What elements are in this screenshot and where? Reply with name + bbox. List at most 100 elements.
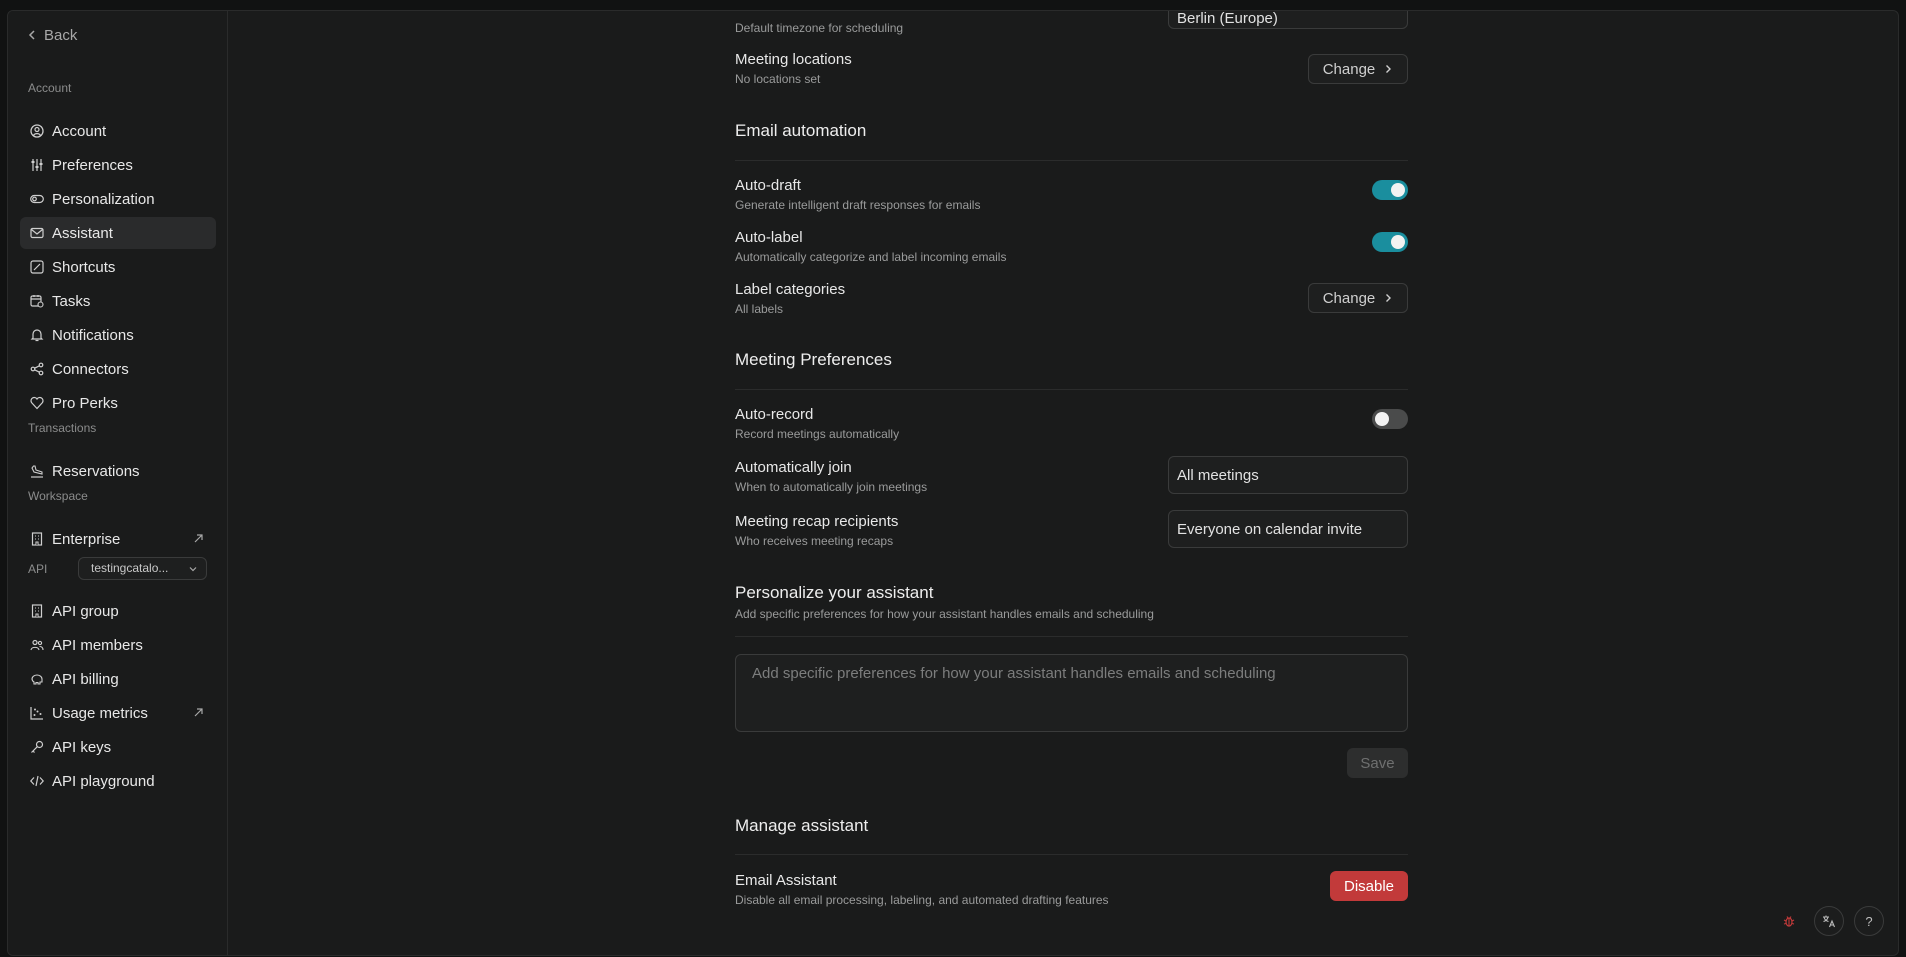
chart-scatter-icon	[30, 706, 44, 720]
auto-label-title: Auto-label	[735, 229, 803, 246]
bug-icon	[1783, 916, 1795, 927]
timezone-value: Berlin (Europe)	[1177, 10, 1278, 27]
sidebar-item-label: Preferences	[52, 156, 133, 174]
edit-square-icon	[30, 260, 44, 274]
plane-landing-icon	[30, 464, 44, 478]
auto-join-value: All meetings	[1177, 466, 1259, 484]
sidebar-item-label: Usage metrics	[52, 704, 148, 722]
divider	[735, 854, 1408, 855]
auto-record-description: Record meetings automatically	[735, 427, 900, 441]
sidebar-item-label: Shortcuts	[52, 258, 116, 276]
main-content: Default timezone for scheduling Berlin (…	[229, 11, 1898, 955]
back-button[interactable]: Back	[26, 25, 77, 45]
manage-assistant-heading: Manage assistant	[735, 816, 869, 835]
change-button-label: Change	[1322, 289, 1376, 307]
sidebar-item-label: Notifications	[52, 326, 134, 344]
chevron-left-icon	[28, 30, 35, 40]
section-label-transactions: Transactions	[28, 421, 97, 435]
sidebar-item-enterprise[interactable]: Enterprise	[20, 523, 216, 555]
sidebar-item-label: Reservations	[52, 462, 140, 480]
auto-draft-row: Auto-draft Generate intelligent draft re…	[735, 177, 1408, 212]
sidebar-item-label: API billing	[52, 670, 119, 688]
bug-report-button[interactable]	[1774, 906, 1804, 936]
auto-join-select[interactable]: All meetings	[1168, 456, 1408, 494]
chevron-down-icon	[189, 566, 197, 571]
personalize-heading: Personalize your assistant	[735, 583, 934, 602]
auto-record-title: Auto-record	[735, 406, 814, 423]
timezone-select[interactable]: Berlin (Europe)	[1168, 10, 1408, 29]
meeting-locations-change-button[interactable]: Change	[1308, 54, 1408, 84]
settings-window: Back Account Account Preferences Persona…	[7, 10, 1899, 956]
sidebar-item-api-billing[interactable]: API billing	[20, 663, 216, 695]
code-icon	[30, 774, 44, 788]
sidebar-item-connectors[interactable]: Connectors	[20, 353, 216, 385]
sidebar-item-assistant[interactable]: Assistant	[20, 217, 216, 249]
key-icon	[30, 740, 44, 754]
email-assistant-row: Email Assistant Disable all email proces…	[735, 872, 1408, 907]
personalize-textarea[interactable]	[735, 654, 1408, 732]
sidebar-item-preferences[interactable]: Preferences	[20, 149, 216, 181]
back-label: Back	[44, 26, 78, 44]
toggle-icon	[30, 192, 44, 206]
auto-label-row: Auto-label Automatically categorize and …	[735, 229, 1408, 264]
auto-label-toggle[interactable]	[1372, 232, 1408, 252]
auto-draft-toggle[interactable]	[1372, 180, 1408, 200]
external-link-icon	[194, 708, 203, 717]
piggy-bank-icon	[30, 672, 44, 686]
sidebar-item-label: API group	[52, 602, 119, 620]
sidebar-item-label: Personalization	[52, 190, 155, 208]
sidebar-item-personalization[interactable]: Personalization	[20, 183, 216, 215]
email-assistant-description: Disable all email processing, labeling, …	[735, 893, 1109, 907]
sidebar-item-usage-metrics[interactable]: Usage metrics	[20, 697, 216, 729]
building-icon	[30, 604, 44, 618]
save-button[interactable]: Save	[1347, 748, 1408, 778]
sidebar-item-api-playground[interactable]: API playground	[20, 765, 216, 797]
sliders-icon	[30, 158, 44, 172]
help-button[interactable]: ?	[1854, 906, 1884, 936]
external-link-icon	[194, 534, 203, 543]
toggle-knob	[1391, 235, 1405, 249]
sidebar-item-label: API playground	[52, 772, 155, 790]
divider	[735, 389, 1408, 390]
email-automation-heading: Email automation	[735, 121, 867, 140]
help-icon: ?	[1865, 913, 1873, 929]
sidebar-item-reservations[interactable]: Reservations	[20, 455, 216, 487]
calendar-clock-icon	[30, 294, 44, 308]
sidebar-item-notifications[interactable]: Notifications	[20, 319, 216, 351]
sidebar-item-api-keys[interactable]: API keys	[20, 731, 216, 763]
api-org-select[interactable]: testingcatalo...	[78, 557, 207, 580]
sidebar-item-label: API members	[52, 636, 143, 654]
translate-icon	[1823, 915, 1836, 928]
chevron-right-icon	[1386, 294, 1392, 302]
sidebar-item-label: Assistant	[52, 224, 113, 242]
auto-record-row: Auto-record Record meetings automaticall…	[735, 406, 1408, 441]
sidebar-item-api-group[interactable]: API group	[20, 595, 216, 627]
sidebar-item-label: Connectors	[52, 360, 129, 378]
change-button-label: Change	[1322, 60, 1376, 78]
sidebar-item-label: Pro Perks	[52, 394, 118, 412]
auto-record-toggle[interactable]	[1372, 409, 1408, 429]
language-button[interactable]	[1814, 906, 1844, 936]
toggle-knob	[1375, 412, 1389, 426]
sidebar-item-shortcuts[interactable]: Shortcuts	[20, 251, 216, 283]
recap-recipients-value: Everyone on calendar invite	[1177, 520, 1363, 538]
email-assistant-title: Email Assistant	[735, 872, 837, 889]
toggle-knob	[1391, 183, 1405, 197]
sidebar-item-api-members[interactable]: API members	[20, 629, 216, 661]
auto-draft-title: Auto-draft	[735, 177, 801, 194]
disable-assistant-button[interactable]: Disable	[1330, 871, 1408, 901]
sidebar-item-pro-perks[interactable]: Pro Perks	[20, 387, 216, 419]
users-icon	[30, 638, 44, 652]
api-org-select-value: testingcatalo...	[91, 561, 169, 575]
mail-icon	[30, 226, 44, 240]
meeting-preferences-heading: Meeting Preferences	[735, 350, 892, 369]
sidebar-item-tasks[interactable]: Tasks	[20, 285, 216, 317]
section-label-workspace: Workspace	[28, 489, 88, 503]
user-circle-icon	[30, 124, 44, 138]
sidebar-item-account[interactable]: Account	[20, 115, 216, 147]
bell-icon	[30, 328, 44, 342]
recap-recipients-select[interactable]: Everyone on calendar invite	[1168, 510, 1408, 548]
divider	[735, 636, 1408, 637]
personalize-subtitle: Add specific preferences for how your as…	[735, 607, 1154, 621]
label-categories-change-button[interactable]: Change	[1308, 283, 1408, 313]
